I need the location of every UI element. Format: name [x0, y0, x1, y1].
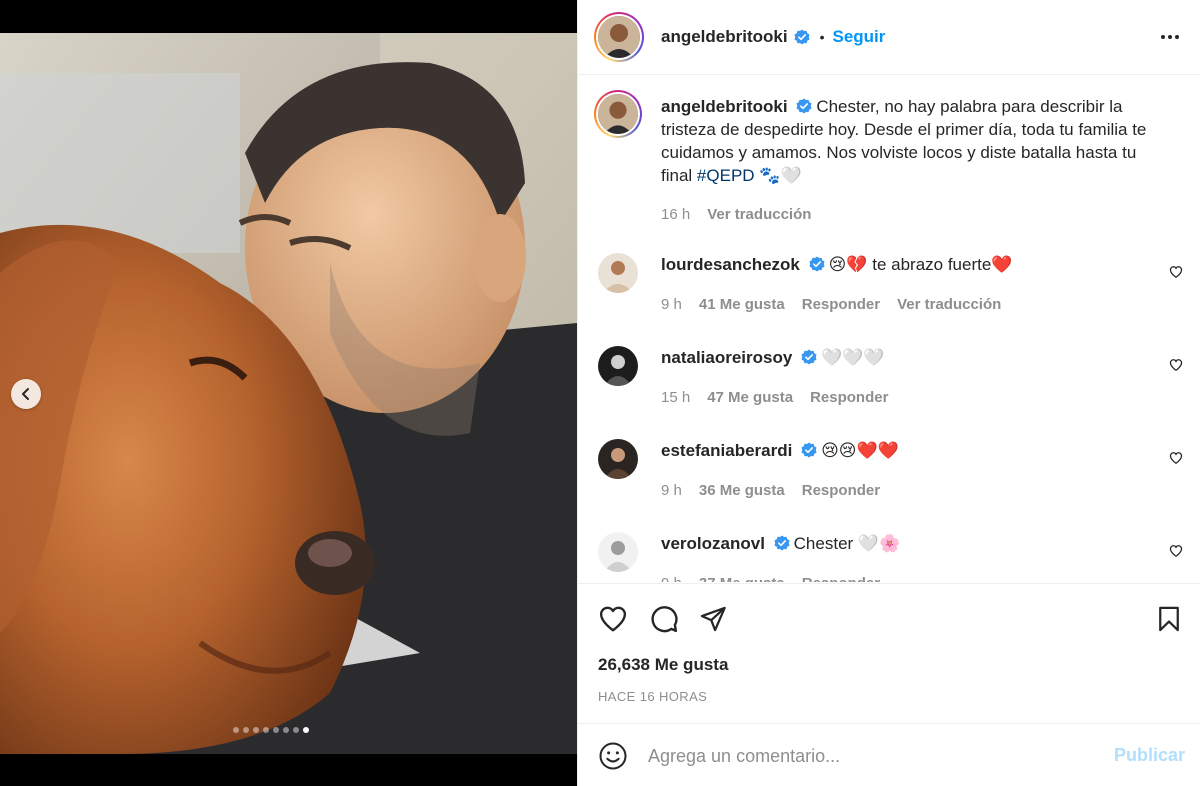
story-ring[interactable] [594, 12, 644, 62]
verified-icon [809, 256, 825, 272]
comment-avatar[interactable] [598, 532, 638, 572]
comment-avatar[interactable] [598, 439, 638, 479]
follow-button[interactable]: Seguir [832, 27, 885, 47]
comment-username[interactable]: estefaniaberardi [661, 441, 792, 460]
comment-avatar[interactable] [598, 346, 638, 386]
comment-time[interactable]: 15 h [661, 386, 690, 409]
carousel-dot [253, 727, 259, 733]
caption-translate-link[interactable]: Ver traducción [707, 203, 811, 226]
comment-reply-button[interactable]: Responder [802, 293, 880, 316]
post-header: angeldebritooki • Seguir [578, 0, 1200, 75]
comment-likes[interactable]: 37 Me gusta [699, 572, 785, 582]
post-media [0, 0, 577, 786]
carousel-prev-button[interactable] [11, 379, 41, 409]
comment-like-heart-icon[interactable] [1169, 451, 1183, 465]
comment-composer: Publicar [578, 723, 1200, 786]
comment-like-heart-icon[interactable] [1169, 358, 1183, 372]
comment-likes[interactable]: 41 Me gusta [699, 293, 785, 316]
publish-button[interactable]: Publicar [1114, 745, 1185, 766]
comment-likes[interactable]: 36 Me gusta [699, 479, 785, 502]
comment-username[interactable]: nataliaoreirosoy [661, 348, 792, 367]
comment-translate-link[interactable]: Ver traducción [897, 293, 1001, 316]
comment-like-heart-icon[interactable] [1169, 544, 1183, 558]
verified-icon [796, 98, 812, 114]
comment-time[interactable]: 9 h [661, 572, 682, 582]
likes-count[interactable]: 26,638 Me gusta [598, 655, 728, 675]
instagram-post: angeldebritooki • Seguir angeldebritooki… [0, 0, 1200, 786]
post-side-panel: angeldebritooki • Seguir angeldebritooki… [577, 0, 1200, 786]
comment-time[interactable]: 9 h [661, 479, 682, 502]
verified-icon [794, 29, 810, 45]
carousel-dot [243, 727, 249, 733]
header-separator: • [819, 29, 825, 45]
comment-username[interactable]: verolozanovl [661, 534, 765, 553]
carousel-dot [273, 727, 279, 733]
comment-text: 😢💔 te abrazo fuerte❤️ [828, 255, 1013, 274]
comment-username[interactable]: lourdesanchezok [661, 255, 800, 274]
verified-icon [801, 349, 817, 365]
action-bar: 26,638 Me gusta HACE 16 HORAS [578, 583, 1200, 723]
comments-list[interactable]: angeldebritooki Chester, no hay palabra … [578, 76, 1200, 582]
more-icon[interactable] [1159, 26, 1181, 48]
carousel-dot [293, 727, 299, 733]
caption-story-ring[interactable] [594, 90, 642, 138]
header-username[interactable]: angeldebritooki [661, 27, 788, 47]
carousel-indicator [233, 727, 309, 733]
comment-icon[interactable] [649, 604, 679, 634]
carousel-dot [263, 727, 269, 733]
caption-avatar [598, 94, 638, 134]
comment-like-heart-icon[interactable] [1169, 265, 1183, 279]
verified-icon [774, 535, 790, 551]
caption-hashtag[interactable]: #QEPD [697, 166, 755, 185]
comment-reply-button[interactable]: Responder [802, 479, 880, 502]
carousel-dot [283, 727, 289, 733]
carousel-dot [233, 727, 239, 733]
chevron-left-icon [22, 388, 29, 400]
comment-time[interactable]: 9 h [661, 293, 682, 316]
carousel-dot [303, 727, 309, 733]
comment-text: 🤍🤍🤍 [821, 348, 885, 367]
comment-likes[interactable]: 47 Me gusta [707, 386, 793, 409]
share-icon[interactable] [699, 605, 727, 633]
emoji-icon[interactable] [598, 741, 628, 771]
verified-icon [801, 442, 817, 458]
comment-text: Chester 🤍🌸 [793, 534, 901, 553]
post-timestamp[interactable]: HACE 16 HORAS [598, 689, 707, 704]
comment-input[interactable] [648, 742, 1088, 770]
comment-avatar[interactable] [598, 253, 638, 293]
post-photo [0, 33, 577, 754]
bookmark-icon[interactable] [1155, 605, 1183, 633]
heart-icon[interactable] [598, 604, 628, 634]
comment-text: 😢😢❤️❤️ [821, 441, 899, 460]
comment-reply-button[interactable]: Responder [802, 572, 880, 582]
avatar [598, 16, 640, 58]
comment-reply-button[interactable]: Responder [810, 386, 888, 409]
caption-time[interactable]: 16 h [661, 203, 690, 226]
caption-emoji: 🐾🤍 [759, 166, 802, 185]
caption-username[interactable]: angeldebritooki [661, 97, 788, 116]
